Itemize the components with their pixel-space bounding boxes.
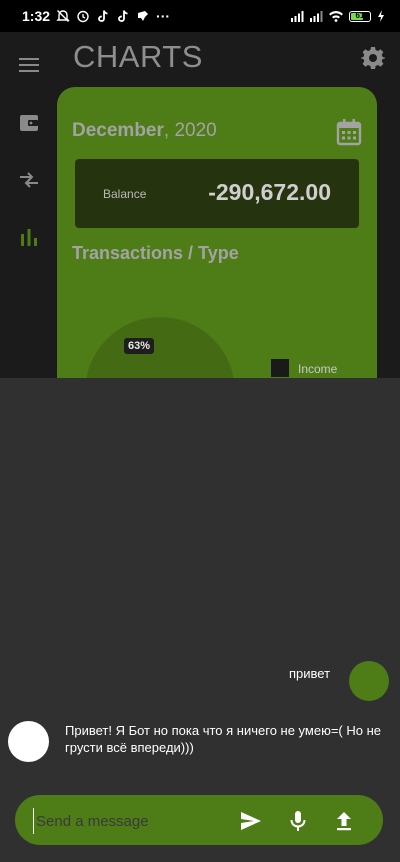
- pie-slice-label: 63%: [124, 338, 155, 354]
- message-composer: [15, 795, 383, 845]
- balance-value: -290,672.00: [208, 179, 331, 205]
- balance-label: Balance: [103, 187, 147, 201]
- charging-icon: [378, 10, 384, 22]
- period-year: , 2020: [163, 120, 217, 141]
- bot-avatar: [8, 721, 49, 762]
- battery-percent: 61: [355, 10, 365, 20]
- status-left: 1:32 ···: [22, 8, 170, 24]
- status-bar: 1:32 ··· 61: [0, 0, 400, 32]
- user-avatar: [349, 661, 389, 701]
- calendar-icon[interactable]: [335, 118, 363, 146]
- period-month: December: [72, 120, 164, 141]
- app-icon: [138, 11, 149, 21]
- upload-icon[interactable]: [332, 809, 356, 833]
- gear-icon[interactable]: [361, 46, 385, 70]
- navigation-rail: [0, 32, 56, 378]
- wifi-icon: [329, 11, 343, 22]
- stats-card: December, 2020 Balance -290,672.00 Trans…: [57, 87, 377, 378]
- mic-icon[interactable]: [286, 809, 310, 833]
- status-more: ···: [156, 8, 171, 24]
- chat-sheet: привет Привет! Я Бот но пока что я ничег…: [0, 378, 400, 862]
- pie-slice: [85, 317, 235, 378]
- app-screen: CHARTS December, 2020 Balance -290,672.0…: [0, 32, 400, 378]
- menu-icon[interactable]: [18, 54, 40, 76]
- transfer-icon[interactable]: [18, 169, 40, 191]
- status-time: 1:32: [22, 8, 51, 24]
- tiktok-icon: [118, 10, 128, 22]
- legend-label: Income: [298, 362, 338, 376]
- mute-icon: [56, 10, 70, 22]
- legend-swatch: [271, 359, 289, 377]
- battery-icon: 61: [349, 10, 371, 22]
- user-message: привет: [289, 666, 331, 681]
- message-input[interactable]: [33, 808, 228, 834]
- balance-panel: Balance -290,672.00: [75, 159, 359, 228]
- signal-icon: [291, 11, 304, 22]
- page-title: CHARTS: [73, 39, 203, 74]
- bot-message: Привет! Я Бот но пока что я ничего не ум…: [65, 723, 381, 755]
- signal-icon: [310, 11, 323, 22]
- alarm-icon: [77, 10, 89, 23]
- period-label[interactable]: December, 2020: [72, 120, 217, 142]
- chart-icon[interactable]: [18, 226, 40, 248]
- tiktok-icon: [98, 10, 108, 22]
- send-icon[interactable]: [239, 809, 263, 833]
- status-right: 61: [290, 9, 386, 23]
- chart-title: Transactions / Type: [72, 243, 239, 263]
- wallet-icon[interactable]: [18, 112, 40, 134]
